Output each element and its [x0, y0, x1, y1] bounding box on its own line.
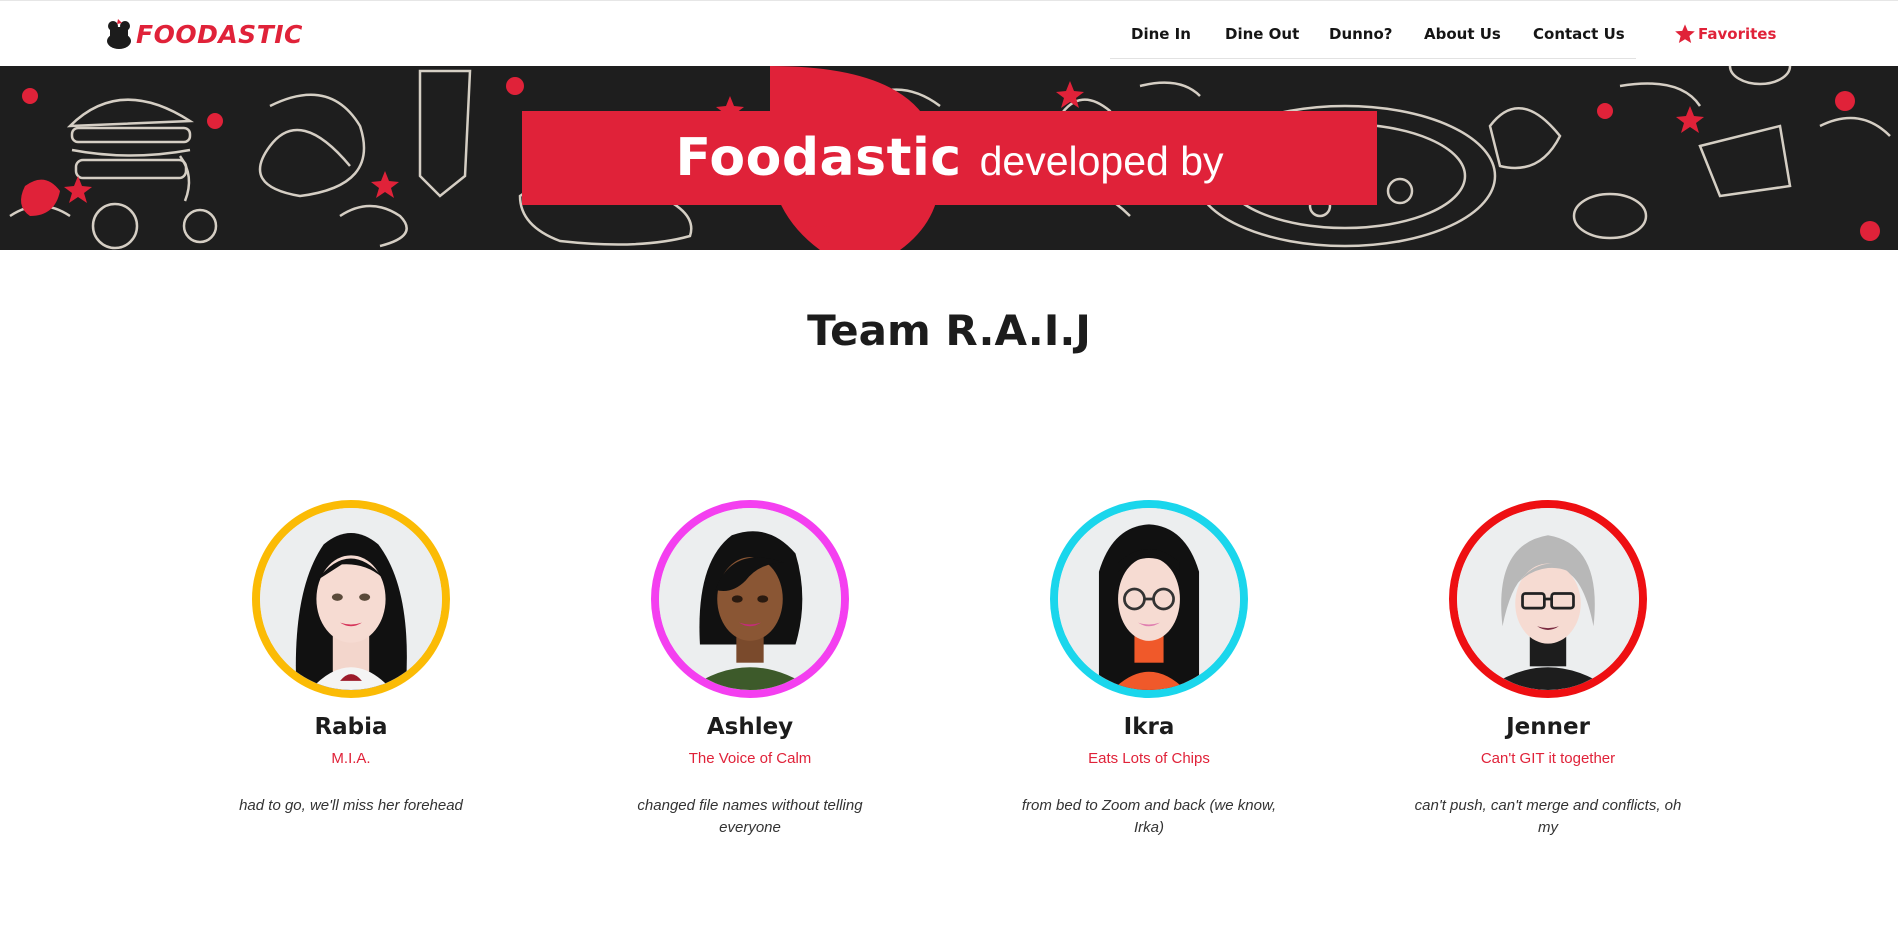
- favorites-link[interactable]: Favorites: [1674, 23, 1776, 45]
- banner-subtitle: developed by: [979, 137, 1224, 184]
- team-member-card: Jenner Can't GIT it together can't push,…: [1398, 500, 1698, 839]
- nav-dunno[interactable]: Dunno?: [1329, 25, 1393, 43]
- logo[interactable]: FOODASTIC: [104, 17, 303, 51]
- member-role: M.I.A.: [331, 750, 371, 767]
- member-role: Can't GIT it together: [1480, 750, 1616, 767]
- member-description: from bed to Zoom and back (we know, Irka…: [1021, 797, 1277, 836]
- avatar: [651, 500, 849, 698]
- member-name: Ikra: [1123, 714, 1175, 740]
- avatar-ikra-image: [1058, 508, 1240, 690]
- member-description: changed file names without telling every…: [637, 797, 863, 836]
- banner-headline: Foodastic developed by: [522, 111, 1377, 205]
- team-member-card: Rabia M.I.A. had to go, we'll miss her f…: [201, 500, 501, 817]
- avatar-rabia-image: [260, 508, 442, 690]
- member-name: Rabia: [314, 714, 388, 740]
- avatar: [252, 500, 450, 698]
- navbar: FOODASTIC Dine In Dine Out Dunno? About …: [0, 0, 1898, 66]
- member-description: had to go, we'll miss her forehead: [239, 797, 463, 814]
- main-nav: Dine In Dine Out Dunno? About Us Contact…: [1110, 1, 1636, 59]
- avatar-jenner-image: [1457, 508, 1639, 690]
- member-role: Eats Lots of Chips: [1088, 750, 1210, 767]
- team-member-card: Ashley The Voice of Calm changed file na…: [600, 500, 900, 839]
- favorites-label: Favorites: [1698, 25, 1777, 43]
- nav-contact-us[interactable]: Contact Us: [1533, 25, 1625, 43]
- nav-dine-in[interactable]: Dine In: [1131, 25, 1191, 43]
- hero-banner: Foodastic developed by: [0, 66, 1898, 250]
- team-member-card: Ikra Eats Lots of Chips from bed to Zoom…: [999, 500, 1299, 839]
- avatar: [1449, 500, 1647, 698]
- nav-about-us[interactable]: About Us: [1424, 25, 1501, 43]
- star-icon: [1675, 24, 1695, 43]
- banner-brand: Foodastic: [675, 128, 962, 188]
- avatar: [1050, 500, 1248, 698]
- logo-text: FOODASTIC: [136, 19, 303, 49]
- avatar-ashley-image: [659, 508, 841, 690]
- team-title: Team R.A.I.J: [807, 306, 1091, 355]
- member-description: can't push, can't merge and conflicts, o…: [1414, 797, 1682, 836]
- member-name: Ashley: [706, 714, 794, 740]
- member-name: Jenner: [1506, 714, 1590, 740]
- member-role: The Voice of Calm: [688, 750, 812, 767]
- chef-hat-logo-icon: [107, 19, 131, 49]
- nav-dine-out[interactable]: Dine Out: [1225, 25, 1299, 43]
